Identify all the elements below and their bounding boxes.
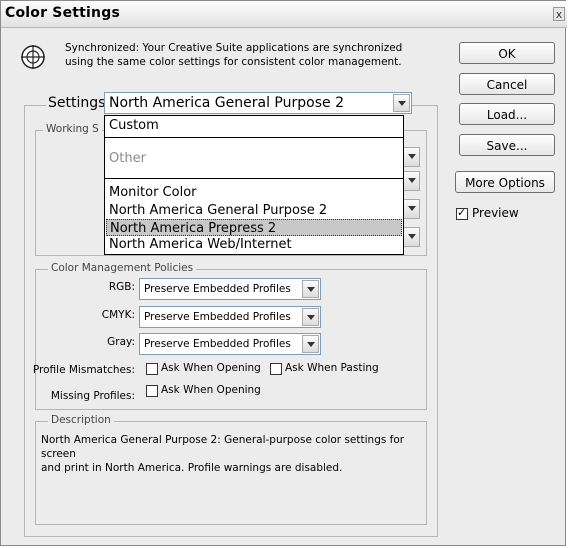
color-sync-icon [21, 45, 45, 69]
ok-button[interactable]: OK [459, 42, 555, 64]
missing-ask-when-opening-label: Ask When Opening [161, 384, 261, 396]
dropdown-item-na-prepress-2[interactable]: North America Prepress 2 [106, 219, 402, 236]
close-icon[interactable]: x [553, 7, 565, 21]
color-management-label: Color Management Policies [48, 262, 197, 274]
gray-policy-value: Preserve Embedded Profiles [144, 338, 291, 350]
ask-when-pasting-label: Ask When Pasting [285, 362, 379, 374]
chevron-down-icon[interactable] [403, 171, 420, 191]
dropdown-item-custom[interactable]: Custom [106, 117, 402, 134]
settings-select[interactable]: North America General Purpose 2 [104, 92, 412, 114]
description-text: North America General Purpose 2: General… [41, 433, 426, 475]
missing-ask-when-opening-checkbox[interactable] [146, 385, 158, 397]
dropdown-item-na-web-internet[interactable]: North America Web/Internet [106, 236, 402, 253]
description-label: Description [48, 414, 114, 426]
profile-mismatches-label: Profile Mismatches: [32, 364, 135, 376]
chevron-down-icon[interactable] [302, 308, 319, 326]
save-button[interactable]: Save... [459, 134, 555, 156]
chevron-down-icon[interactable] [403, 227, 420, 247]
chevron-down-icon[interactable] [403, 147, 420, 167]
load-button[interactable]: Load... [459, 103, 555, 125]
chevron-down-icon[interactable] [393, 94, 410, 112]
color-settings-dialog: Color Settings x Synchronized: Your Crea… [0, 0, 567, 546]
window-title: Color Settings [5, 5, 120, 21]
title-bar[interactable]: Color Settings x [1, 1, 567, 28]
settings-label: Settings: [46, 95, 113, 111]
dropdown-separator [105, 178, 403, 179]
settings-select-value: North America General Purpose 2 [109, 95, 344, 111]
description-line-1: North America General Purpose 2: General… [41, 434, 405, 460]
cmyk-policy-select[interactable]: Preserve Embedded Profiles [139, 306, 321, 328]
cancel-button[interactable]: Cancel [459, 73, 555, 95]
more-options-button[interactable]: More Options [455, 171, 555, 193]
rgb-label: RGB: [108, 281, 135, 293]
dropdown-separator [105, 137, 403, 138]
ask-when-pasting-checkbox[interactable] [270, 363, 282, 375]
description-line-2: and print in North America. Profile warn… [41, 462, 343, 474]
cmyk-policy-value: Preserve Embedded Profiles [144, 311, 291, 323]
rgb-policy-select[interactable]: Preserve Embedded Profiles [139, 278, 321, 300]
sync-status-text: Synchronized: Your Creative Suite applic… [65, 41, 445, 69]
chevron-down-icon[interactable] [302, 280, 319, 298]
chevron-down-icon[interactable] [302, 335, 319, 353]
preview-checkbox[interactable] [456, 206, 468, 220]
working-spaces-label: Working S [43, 123, 102, 135]
rgb-policy-value: Preserve Embedded Profiles [144, 283, 291, 295]
dropdown-item-other: Other [109, 151, 146, 166]
ask-when-opening-label: Ask When Opening [161, 362, 261, 374]
sync-line-1: Synchronized: Your Creative Suite applic… [65, 42, 403, 54]
sync-line-2: using the same color settings for consis… [65, 56, 402, 68]
settings-dropdown-list: Custom Other Monitor Color North America… [104, 115, 404, 255]
gray-label: Gray: [107, 336, 135, 348]
gray-policy-select[interactable]: Preserve Embedded Profiles [139, 333, 321, 355]
preview-label: Preview [472, 206, 519, 220]
ask-when-opening-checkbox[interactable] [146, 363, 158, 375]
dropdown-item-na-general-purpose-2[interactable]: North America General Purpose 2 [106, 202, 402, 219]
missing-profiles-label: Missing Profiles: [50, 390, 135, 402]
chevron-down-icon[interactable] [403, 199, 420, 219]
dropdown-item-monitor-color[interactable]: Monitor Color [106, 184, 402, 201]
cmyk-label: CMYK: [101, 309, 135, 321]
